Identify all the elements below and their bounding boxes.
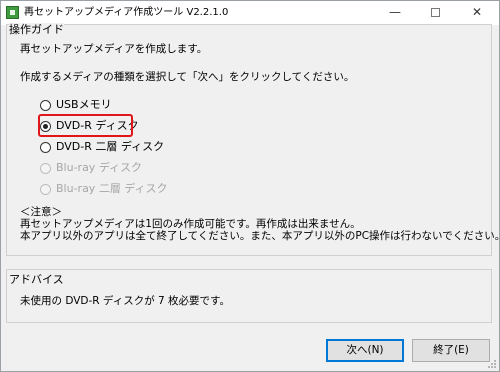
guide-intro-text: 再セットアップメディアを作成します。 <box>20 43 208 55</box>
radio-button-icon <box>40 162 51 174</box>
advice-text: 未使用の DVD-R ディスクが 7 枚必要です。 <box>20 295 230 307</box>
next-button[interactable]: 次へ(N) <box>326 339 404 362</box>
app-icon <box>6 6 19 19</box>
resize-grip-icon[interactable] <box>488 360 497 369</box>
minimize-button[interactable]: — <box>375 1 415 25</box>
window-title: 再セットアップメディア作成ツール V2.2.1.0 <box>24 7 229 18</box>
radio-button-icon[interactable] <box>40 141 51 153</box>
radio-usb-memory[interactable]: USBメモリ <box>40 97 112 113</box>
guide-group-label: 操作ガイド <box>9 23 64 36</box>
title-bar: 再セットアップメディア作成ツール V2.2.1.0 — ✕ <box>1 1 499 25</box>
advice-group-label: アドバイス <box>9 273 64 286</box>
guide-instruction-text: 作成するメディアの種類を選択して「次へ」をクリックしてください。 <box>20 71 355 83</box>
maximize-icon <box>430 8 440 17</box>
radio-label: Blu-ray 二層 ディスク <box>56 182 168 195</box>
radio-label: USBメモリ <box>56 98 112 111</box>
radio-blu-ray-dual-layer: Blu-ray 二層 ディスク <box>40 181 168 197</box>
radio-button-icon[interactable] <box>40 99 51 111</box>
radio-label: DVD-R 二層 ディスク <box>56 140 165 153</box>
selection-highlight-box <box>38 114 133 137</box>
note-line-2: 本アプリ以外のアプリは全て終了してください。また、本アプリ以外のPC操作は行わな… <box>20 230 500 242</box>
radio-blu-ray: Blu-ray ディスク <box>40 160 142 176</box>
exit-button[interactable]: 終了(E) <box>412 339 490 362</box>
radio-label: Blu-ray ディスク <box>56 161 143 174</box>
maximize-button[interactable] <box>415 1 455 25</box>
close-button[interactable]: ✕ <box>457 1 497 25</box>
radio-button-icon <box>40 183 51 195</box>
radio-dvd-r-dual-layer[interactable]: DVD-R 二層 ディスク <box>40 139 164 155</box>
